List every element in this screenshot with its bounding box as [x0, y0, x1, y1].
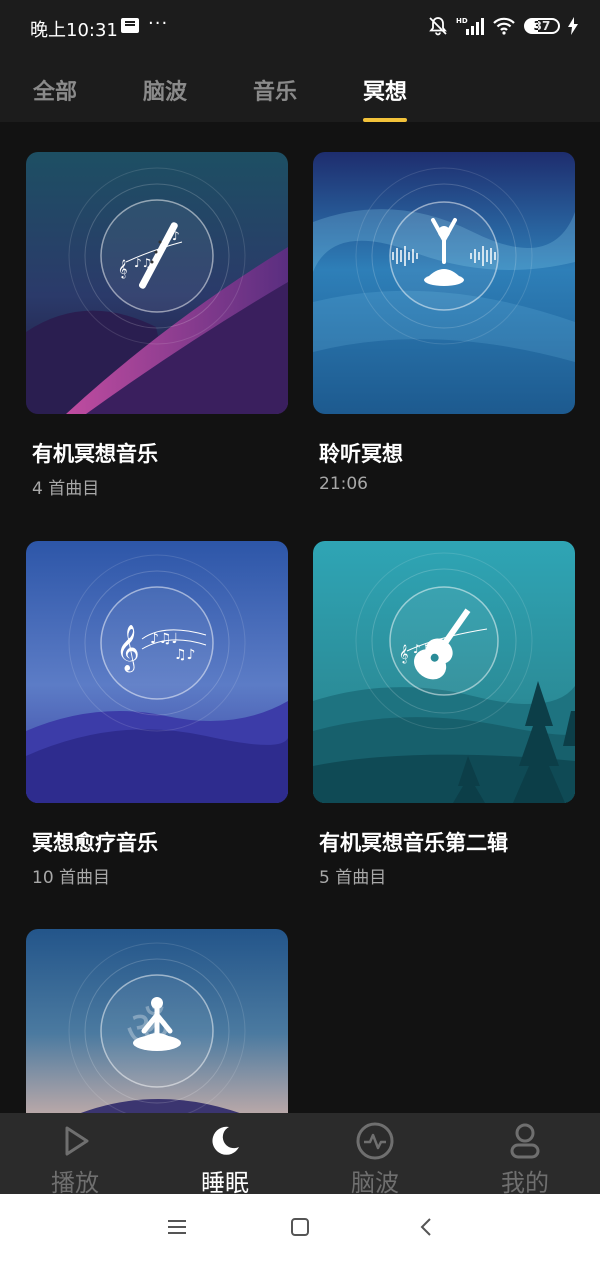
playlist-subtitle: 4 首曲目	[32, 479, 100, 499]
nav-brainwave[interactable]: 脑波	[300, 1113, 450, 1197]
nav-profile[interactable]: 我的	[450, 1113, 600, 1197]
flute-music-icon: 𝄞 ♪♫ ♪	[118, 222, 183, 289]
playlist-cover[interactable]: 𝄞 ♪♫ ♪	[26, 152, 288, 414]
signal-icon: HD	[456, 17, 484, 35]
playlist-subtitle: 21:06	[319, 474, 368, 494]
home-icon[interactable]	[289, 1216, 311, 1238]
music-notes-icon: 𝄞 ♪♫♩ ♫♪	[116, 625, 207, 673]
battery-level: 37	[533, 19, 551, 33]
active-tab-indicator	[363, 118, 407, 122]
bottom-navigation: 播放 睡眠 脑波 我的	[0, 1113, 600, 1197]
svg-text:♪♫: ♪♫	[134, 256, 152, 270]
om-meditation-icon: ॐ	[126, 997, 181, 1057]
mute-bell-icon	[429, 17, 447, 36]
moon-icon	[212, 1126, 239, 1155]
battery-icon: 37	[524, 18, 560, 34]
playlist-subtitle: 5 首曲目	[319, 868, 387, 888]
svg-text:♪♫: ♪♫	[413, 642, 431, 656]
playlist-cover[interactable]: 𝄞 ♪♫	[313, 541, 575, 803]
status-icons: HD 37	[428, 14, 578, 38]
svg-text:♪: ♪	[172, 229, 180, 243]
playlist-title: 冥想愈疗音乐	[32, 831, 158, 855]
tab-all[interactable]: 全部	[33, 74, 77, 106]
nav-play-label: 播放	[51, 1169, 99, 1197]
svg-text:♪♫♩: ♪♫♩	[150, 631, 178, 647]
svg-text:𝄞: 𝄞	[118, 259, 127, 279]
tab-meditation[interactable]: 冥想	[363, 74, 407, 106]
nav-brainwave-label: 脑波	[351, 1169, 399, 1197]
status-bar: 晚上10:31 ··· HD 37	[0, 0, 600, 56]
more-notifications-icon: ···	[148, 13, 169, 34]
guitar-music-icon: 𝄞 ♪♫	[399, 608, 488, 680]
play-icon	[65, 1126, 89, 1156]
nav-profile-label: 我的	[501, 1169, 549, 1197]
svg-text:𝄞: 𝄞	[116, 625, 140, 673]
playlist-subtitle: 10 首曲目	[32, 868, 111, 888]
playlist-title: 有机冥想音乐第二辑	[319, 831, 508, 855]
status-time: 晚上10:31	[30, 20, 118, 41]
playlist-cover[interactable]	[313, 152, 575, 414]
back-icon[interactable]	[416, 1216, 438, 1238]
pulse-icon	[356, 1122, 394, 1160]
playlist-title: 聆听冥想	[319, 442, 403, 466]
playlist-title: 有机冥想音乐	[32, 442, 158, 466]
svg-text:𝄞: 𝄞	[399, 644, 408, 664]
svg-text:♫♪: ♫♪	[174, 647, 196, 663]
wifi-icon	[493, 17, 515, 35]
nav-sleep[interactable]: 睡眠	[150, 1113, 300, 1197]
nav-sleep-label: 睡眠	[201, 1169, 249, 1197]
menu-icon[interactable]	[166, 1216, 188, 1238]
user-icon	[510, 1123, 540, 1159]
charging-icon	[568, 17, 578, 35]
playlist-cover[interactable]: 𝄞 ♪♫♩ ♫♪	[26, 541, 288, 803]
message-icon	[121, 18, 139, 33]
system-navigation-bar	[0, 1194, 600, 1266]
tab-brainwave[interactable]: 脑波	[143, 74, 187, 106]
network-label: HD	[456, 17, 468, 25]
nav-play[interactable]: 播放	[0, 1113, 150, 1197]
tab-music[interactable]: 音乐	[253, 74, 297, 106]
meditation-soundwave-icon	[392, 218, 496, 286]
category-tabs: 全部 脑波 音乐 冥想	[0, 56, 600, 122]
